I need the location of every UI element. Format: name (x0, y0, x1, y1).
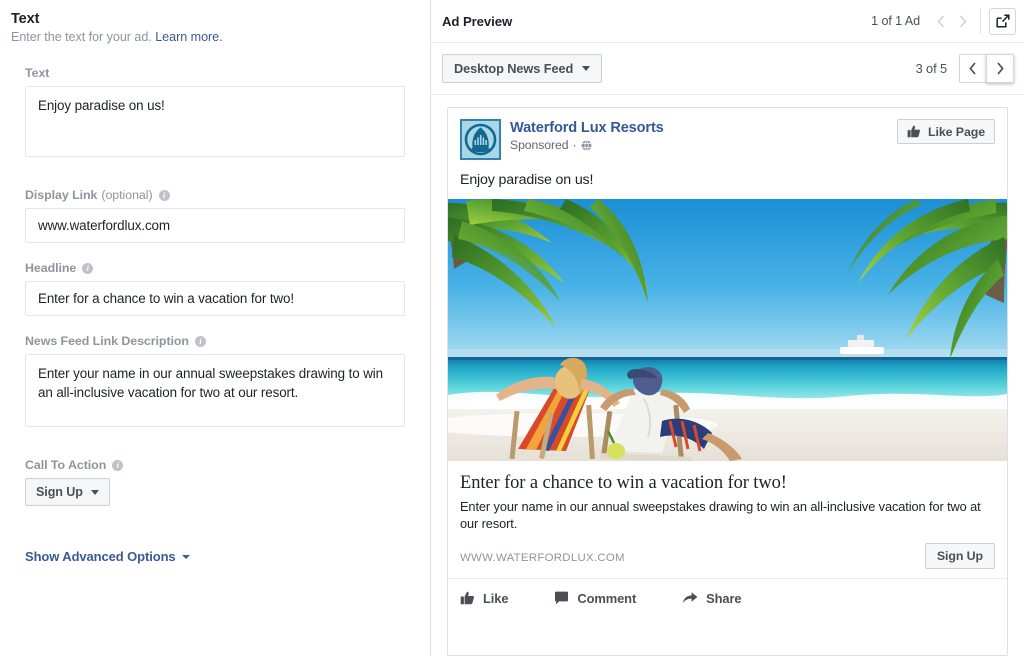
share-action-label: Share (706, 590, 742, 606)
headline-input[interactable] (25, 281, 405, 316)
ad-description: Enter your name in our annual sweepstake… (460, 499, 981, 531)
info-icon[interactable]: i (82, 262, 94, 274)
ad-card: Waterford Lux Resorts Sponsored · Like P… (447, 107, 1008, 656)
ad-preview-panel: Ad Preview 1 of 1 Ad Desktop News Feed 3… (431, 0, 1024, 656)
ad-message-text: Enjoy paradise on us! (460, 172, 594, 188)
sponsored-separator: · (572, 138, 577, 152)
chevron-right-icon[interactable] (952, 8, 974, 34)
placement-prev-button[interactable] (959, 54, 987, 83)
info-icon[interactable]: i (112, 459, 124, 471)
ad-cta-button[interactable]: Sign Up (924, 543, 995, 569)
ad-domain: WWW.WATERFORDLUX.COM (460, 552, 625, 564)
field-text-label-text: Text (25, 66, 50, 80)
like-page-button[interactable]: Like Page (897, 119, 995, 144)
call-to-action-dropdown[interactable]: Sign Up (25, 478, 110, 506)
panel-title: Text (11, 11, 40, 27)
preview-header-controls: 1 of 1 Ad (871, 7, 1016, 35)
ad-page-info: Waterford Lux Resorts Sponsored · (510, 119, 664, 152)
panel-subtitle: Enter the text for your ad. Learn more. (0, 30, 430, 44)
field-text: Text (25, 66, 405, 162)
preview-body: Waterford Lux Resorts Sponsored · Like P… (431, 95, 1024, 656)
text-form: Text Display Link (optional) i Headline (0, 66, 430, 566)
divider (980, 8, 981, 34)
external-link-button[interactable] (989, 7, 1016, 35)
thumbs-up-icon (907, 125, 921, 138)
call-to-action-value: Sign Up (36, 485, 83, 499)
field-cta-label-text: Call To Action (25, 458, 107, 472)
field-headline-label: Headline i (25, 261, 405, 275)
sponsored-line: Sponsored · (510, 138, 664, 152)
placement-count-label: 3 of 5 (915, 61, 948, 76)
field-news-feed-label: News Feed Link Description i (25, 334, 405, 348)
field-display-link-optional: (optional) (101, 188, 153, 202)
comment-action[interactable]: Comment (554, 591, 636, 606)
ad-count-label: 1 of 1 Ad (871, 14, 920, 28)
text-settings-panel: Text Enter the text for your ad. Learn m… (0, 0, 431, 656)
text-textarea[interactable] (25, 86, 405, 157)
learn-more-link[interactable]: Learn more. (155, 30, 222, 44)
placement-next-button[interactable] (986, 54, 1014, 83)
avatar[interactable] (460, 119, 501, 160)
news-feed-description-textarea[interactable] (25, 354, 405, 427)
ad-card-header: Waterford Lux Resorts Sponsored · Like P… (448, 108, 1007, 160)
chevron-down-icon (90, 489, 99, 495)
sponsored-label: Sponsored (510, 138, 569, 152)
placement-pager: 3 of 5 (916, 54, 1014, 83)
placement-value: Desktop News Feed (454, 61, 574, 76)
field-news-feed-link-description: News Feed Link Description i (25, 334, 405, 432)
globe-icon (581, 139, 592, 151)
info-icon[interactable]: i (158, 189, 170, 201)
chevron-down-icon (582, 66, 591, 71)
preview-title: Ad Preview (442, 13, 513, 29)
field-display-link-label: Display Link (optional) i (25, 188, 405, 202)
thumbs-up-icon (460, 591, 475, 605)
ad-link-block[interactable]: Enter for a chance to win a vacation for… (448, 461, 1007, 579)
page-name-link[interactable]: Waterford Lux Resorts (510, 120, 664, 136)
show-advanced-options-label: Show Advanced Options (25, 549, 176, 564)
like-action[interactable]: Like (460, 590, 509, 606)
display-link-input[interactable] (25, 208, 405, 243)
panel-subtitle-text: Enter the text for your ad. (11, 30, 152, 44)
field-call-to-action: Call To Action i Sign Up (25, 458, 405, 506)
preview-header: Ad Preview 1 of 1 Ad (431, 0, 1024, 43)
field-cta-label: Call To Action i (25, 458, 405, 472)
share-action[interactable]: Share (682, 590, 742, 606)
beach-scene-illustration (448, 199, 1007, 461)
like-page-label: Like Page (928, 124, 985, 139)
comment-action-label: Comment (577, 590, 637, 606)
preview-toolbar: Desktop News Feed 3 of 5 (431, 43, 1024, 95)
chevron-left-icon[interactable] (930, 8, 952, 34)
comment-bubble-icon (554, 591, 569, 605)
field-headline: Headline i (25, 261, 405, 316)
field-text-label: Text (25, 66, 405, 80)
field-display-link: Display Link (optional) i (25, 188, 405, 243)
show-advanced-options-link[interactable]: Show Advanced Options (25, 549, 190, 564)
field-headline-label-text: Headline (25, 261, 77, 275)
chevron-down-icon (181, 554, 190, 559)
resort-logo-icon (462, 121, 499, 158)
ad-link-footer: WWW.WATERFORDLUX.COM Sign Up (460, 543, 995, 569)
like-action-label: Like (483, 590, 509, 606)
ad-headline: Enter for a chance to win a vacation for… (460, 473, 787, 493)
share-arrow-icon (682, 591, 698, 605)
ad-creative-image[interactable] (448, 199, 1007, 461)
ad-action-bar: Like Comment Share (448, 579, 1007, 617)
field-display-link-label-text: Display Link (25, 188, 98, 202)
placement-dropdown[interactable]: Desktop News Feed (442, 54, 603, 83)
info-icon[interactable]: i (194, 335, 206, 347)
ad-editor-screen: Text Enter the text for your ad. Learn m… (0, 0, 1024, 656)
field-news-feed-label-text: News Feed Link Description (25, 334, 189, 348)
